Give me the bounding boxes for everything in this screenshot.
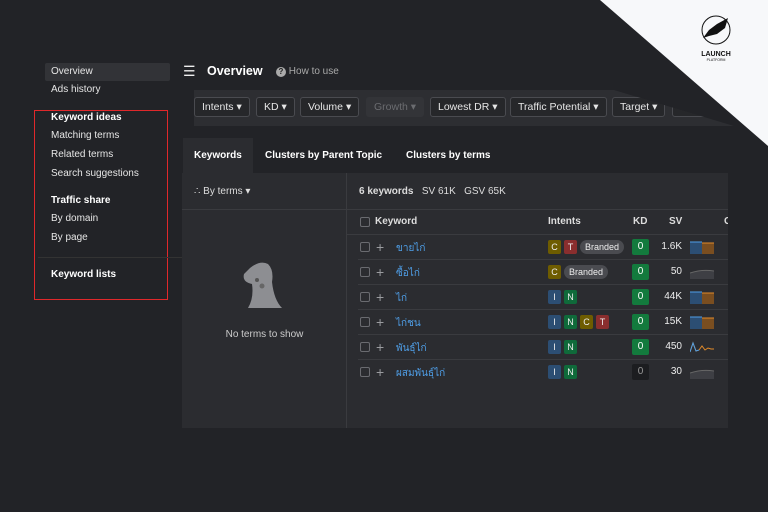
- filter-serp-features[interactable]: SERP features: [672, 97, 734, 117]
- col-sv[interactable]: SV: [669, 216, 682, 227]
- tab-clusters-by-parent-topic[interactable]: Clusters by Parent Topic: [254, 138, 393, 173]
- col-kd[interactable]: KD: [633, 216, 647, 227]
- col-intents[interactable]: Intents: [548, 216, 581, 227]
- filter-volume[interactable]: Volume ▾: [300, 97, 360, 117]
- keyword-link[interactable]: ไก่ชน: [396, 316, 421, 331]
- cluster-icon: ∴: [194, 186, 201, 197]
- keyword-link[interactable]: ผสมพันธุ์ไก่: [396, 366, 445, 381]
- search-volume: 50: [670, 266, 682, 277]
- select-all-checkbox[interactable]: [360, 217, 370, 227]
- intent-badge-I: I: [548, 290, 561, 304]
- intent-badges: IN: [548, 365, 580, 379]
- search-volume: 1.6K: [661, 241, 682, 252]
- trend-sparkline: [690, 315, 714, 329]
- row-checkbox[interactable]: [360, 292, 370, 302]
- how-to-use-link[interactable]: ? How to use: [276, 66, 339, 77]
- trend-sparkline: [689, 340, 714, 354]
- panel-divider: [346, 173, 347, 428]
- question-circle-icon: ?: [276, 67, 286, 77]
- search-volume: 15K: [664, 316, 682, 327]
- row-checkbox[interactable]: [360, 367, 370, 377]
- page-title: Overview: [207, 64, 263, 78]
- filter-intents[interactable]: Intents ▾: [194, 97, 250, 117]
- intent-badge-T: T: [564, 240, 577, 254]
- trend-sparkline: [689, 365, 715, 379]
- intent-badge-N: N: [564, 290, 577, 304]
- intent-badges: C T Branded: [548, 240, 627, 254]
- kd-badge: 0: [632, 289, 649, 305]
- intent-badges: IN: [548, 340, 580, 354]
- summary: 6 keywords SV 61K GSV 65K: [359, 186, 506, 197]
- add-icon[interactable]: +: [376, 265, 384, 279]
- keyword-link[interactable]: พันธุ์ไก่: [396, 341, 427, 356]
- intent-badge-C: C: [548, 240, 561, 254]
- branded-badge: Branded: [564, 265, 609, 279]
- branded-badge: Branded: [580, 240, 625, 254]
- tab-clusters-by-terms[interactable]: Clusters by terms: [395, 138, 501, 173]
- kd-badge: 0: [632, 314, 649, 330]
- intent-badges: INCT: [548, 315, 612, 329]
- intent-badge-N: N: [564, 315, 577, 329]
- tab-keywords[interactable]: Keywords: [183, 138, 253, 173]
- kd-badge: 0: [632, 364, 649, 380]
- trend-sparkline: [689, 265, 715, 279]
- row-checkbox[interactable]: [360, 317, 370, 327]
- intent-badge-I: I: [548, 365, 561, 379]
- sidebar-item-ads-history[interactable]: Ads history: [45, 81, 170, 99]
- empty-illustration: [236, 258, 294, 319]
- row-divider: [358, 284, 728, 285]
- add-icon[interactable]: +: [376, 290, 384, 304]
- empty-state-text: No terms to show: [225, 329, 304, 340]
- add-icon[interactable]: +: [376, 240, 384, 254]
- highlight-box: [34, 110, 168, 300]
- add-icon[interactable]: +: [376, 315, 384, 329]
- filter-traffic-potential[interactable]: Traffic Potential ▾: [510, 97, 607, 117]
- row-checkbox[interactable]: [360, 242, 370, 252]
- search-volume: 44K: [664, 291, 682, 302]
- intent-badges: IN: [548, 290, 580, 304]
- launch-logo: LAUNCH PLATFORM: [695, 14, 737, 64]
- filter-target[interactable]: Target ▾: [612, 97, 666, 117]
- row-divider: [182, 209, 728, 210]
- intent-badge-N: N: [564, 365, 577, 379]
- keyword-link[interactable]: ขายไก่: [396, 241, 425, 256]
- add-icon[interactable]: +: [376, 340, 384, 354]
- by-terms-dropdown[interactable]: ∴ By terms ▾: [194, 186, 250, 197]
- add-icon[interactable]: +: [376, 365, 384, 379]
- intent-badge-I: I: [548, 340, 561, 354]
- intent-badges: C Branded: [548, 265, 611, 279]
- row-divider: [358, 359, 728, 360]
- filter-lowest-dr[interactable]: Lowest DR ▾: [430, 97, 506, 117]
- col-keyword[interactable]: Keyword: [375, 216, 417, 227]
- row-checkbox[interactable]: [360, 342, 370, 352]
- keyword-link[interactable]: ไก่: [396, 291, 407, 306]
- intent-badge-I: I: [548, 315, 561, 329]
- filter-growth[interactable]: Growth ▾: [366, 97, 425, 117]
- row-checkbox[interactable]: [360, 267, 370, 277]
- intent-badge-N: N: [564, 340, 577, 354]
- filter-bar: Intents ▾ KD ▾ Volume ▾ Growth ▾ Lowest DR ▾…: [194, 90, 734, 126]
- row-divider: [358, 309, 728, 310]
- header-divider: [347, 234, 728, 235]
- kd-badge: 0: [632, 339, 649, 355]
- search-volume: 450: [665, 341, 682, 352]
- trend-sparkline: [690, 240, 714, 254]
- col-growth[interactable]: G: [724, 216, 728, 227]
- row-divider: [358, 334, 728, 335]
- sidebar-item-overview[interactable]: Overview: [45, 63, 170, 81]
- filter-kd[interactable]: KD ▾: [256, 97, 295, 117]
- kd-badge: 0: [632, 239, 649, 255]
- intent-badge-C: C: [580, 315, 593, 329]
- kd-badge: 0: [632, 264, 649, 280]
- intent-badge-C: C: [548, 265, 561, 279]
- search-volume: 30: [670, 366, 682, 377]
- menu-button[interactable]: ☰: [183, 63, 196, 80]
- row-divider: [358, 259, 728, 260]
- trend-sparkline: [690, 290, 714, 304]
- sidebar-divider: [38, 257, 183, 258]
- intent-badge-T: T: [596, 315, 609, 329]
- keyword-link[interactable]: ซื้อไก่: [396, 266, 420, 281]
